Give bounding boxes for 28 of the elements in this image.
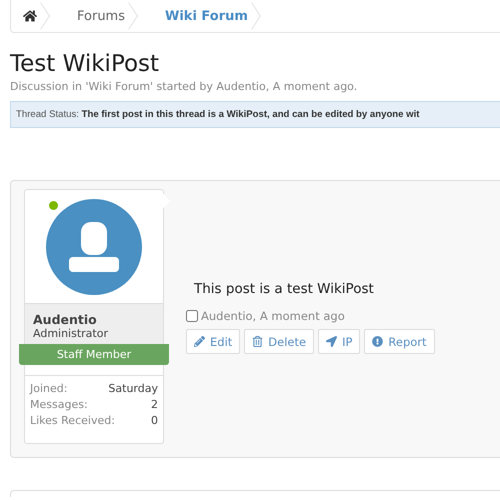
stat-label: Likes Received: [30, 414, 115, 427]
staff-banner: Staff Member [19, 344, 169, 365]
exclamation-icon [372, 336, 384, 347]
trash-icon [252, 336, 264, 347]
status-label: Thread Status: [16, 109, 79, 120]
post-action-button[interactable]: Delete [244, 329, 314, 354]
stat-value: 2 [151, 398, 158, 411]
home-icon [23, 9, 37, 23]
post-action-button[interactable]: Edit [186, 329, 240, 354]
post-action-button[interactable]: Report [364, 329, 435, 354]
pencil-icon [194, 336, 205, 347]
select-checkbox[interactable] [186, 310, 198, 322]
post-action-button[interactable]: IP [318, 329, 360, 354]
breadcrumb-link[interactable]: Wiki Forum [143, 0, 266, 32]
thread-title: Test WikiPost [10, 51, 160, 77]
thread-byline: Discussion in 'Wiki Forum' started by Audentio, A moment ago. [10, 80, 358, 93]
stat-value: Saturday [108, 382, 158, 395]
status-text: The first post in this thread is a WikiPost, and can be edited by anyone wit [82, 109, 420, 120]
location-arrow-icon [326, 336, 338, 347]
username[interactable]: Audentio [33, 312, 155, 327]
post-message: This post is a test WikiPost [194, 281, 375, 297]
user-role: Administrator [33, 327, 109, 340]
stat-value: 0 [151, 414, 158, 427]
breadcrumb-link[interactable]: Forums [55, 0, 143, 32]
post-meta: Audentio, A moment ago [201, 309, 345, 323]
stat-label: Messages: [30, 398, 88, 411]
avatar-icon [46, 198, 142, 294]
stat-label: Joined: [30, 382, 68, 395]
